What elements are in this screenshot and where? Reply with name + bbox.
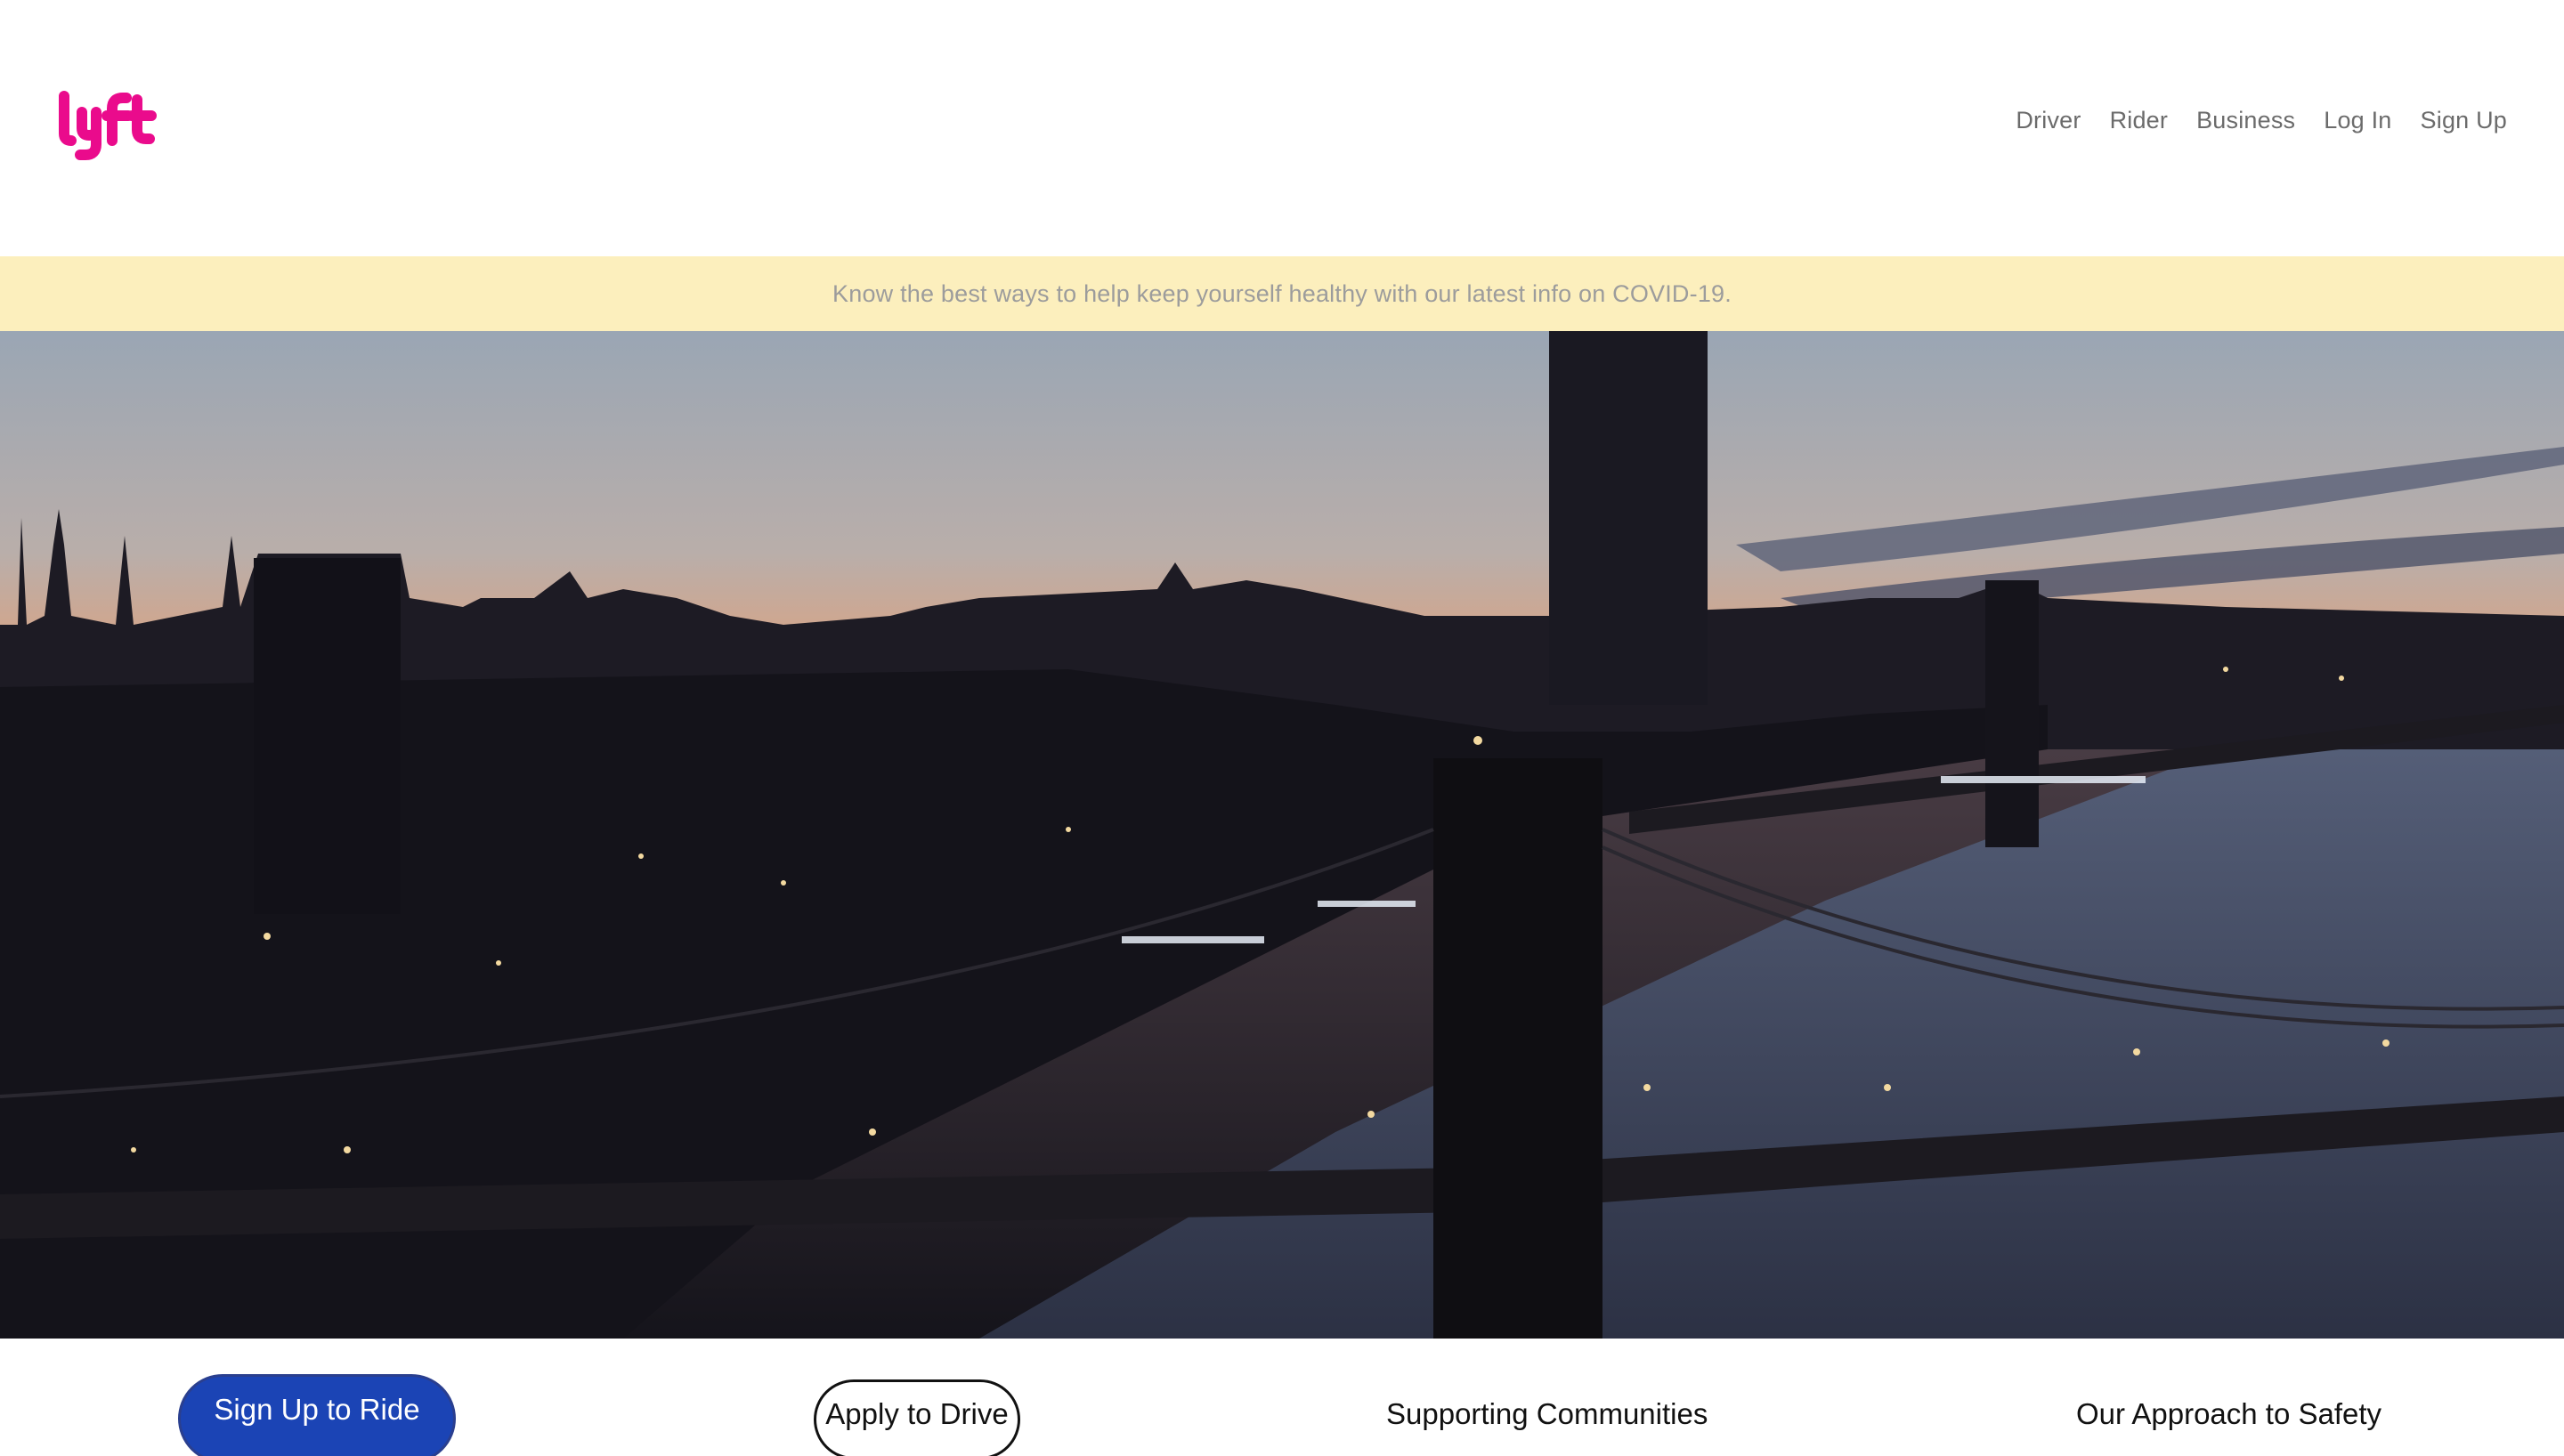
supporting-communities-link[interactable]: Supporting Communities [1386,1397,1708,1431]
nav-driver-link[interactable]: Driver [2016,107,2081,134]
hero-video [0,331,2564,1339]
nav-login-link[interactable]: Log In [2324,107,2391,134]
site-header: Driver Rider Business Log In Sign Up [0,0,2564,256]
approach-to-safety-link[interactable]: Our Approach to Safety [2076,1397,2381,1431]
nav-rider-link[interactable]: Rider [2110,107,2169,134]
sign-up-to-ride-button[interactable]: Sign Up to Ride [178,1374,456,1456]
covid-info-banner: Know the best ways to help keep yourself… [0,256,2564,331]
city-skyline-image [0,331,2564,1339]
cta-row: Sign Up to Ride Apply to Drive Supportin… [0,1339,2564,1456]
main-nav: Driver Rider Business Log In Sign Up [2016,107,2507,134]
nav-business-link[interactable]: Business [2196,107,2295,134]
lyft-logo-icon [59,91,157,160]
lyft-logo[interactable] [57,89,157,162]
apply-to-drive-button[interactable]: Apply to Drive [814,1379,1020,1456]
nav-signup-link[interactable]: Sign Up [2421,107,2507,134]
covid-info-link[interactable]: Know the best ways to help keep yourself… [832,280,1732,308]
